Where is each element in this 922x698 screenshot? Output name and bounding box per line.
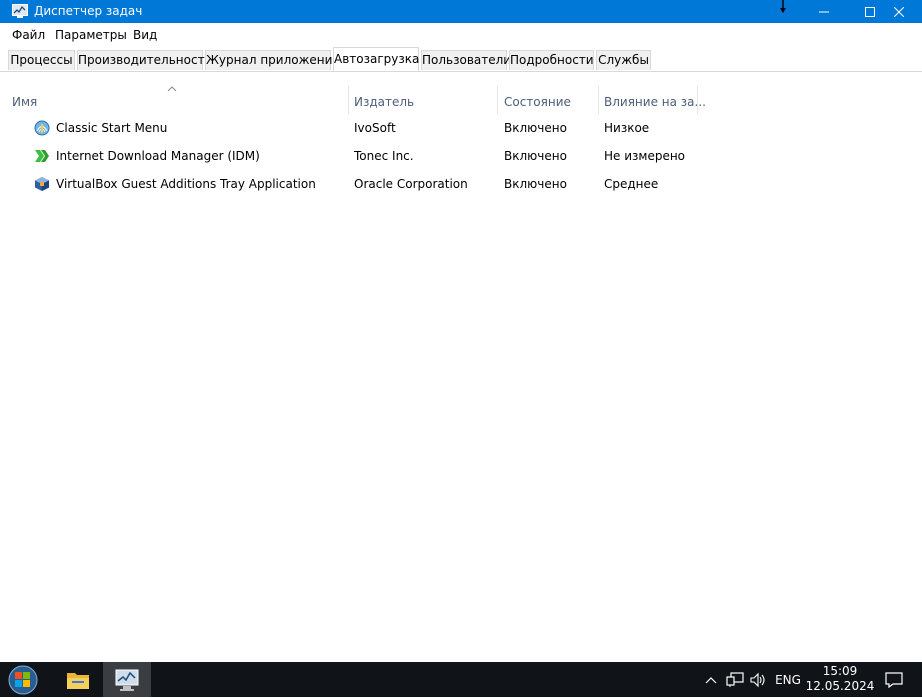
clock-time: 15:09 (822, 664, 858, 678)
chevron-up-icon (705, 676, 717, 683)
taskbar-task-manager[interactable] (103, 662, 151, 697)
minimize-icon (819, 11, 829, 12)
table-row[interactable]: VirtualBox Guest Additions Tray Applicat… (0, 170, 922, 198)
tab-details[interactable]: Подробности (509, 50, 594, 70)
window-title: Диспетчер задач (34, 4, 143, 18)
show-hidden-icons-button[interactable] (702, 662, 720, 697)
tab-users[interactable]: Пользователи (421, 50, 511, 70)
row-publisher: IvoSoft (354, 121, 396, 135)
column-header-publisher[interactable]: Издатель (348, 86, 497, 114)
classic-start-menu-icon (34, 120, 50, 136)
menu-options[interactable]: Параметры (55, 28, 127, 42)
tab-services[interactable]: Службы (596, 50, 651, 70)
column-header-impact-label: Влияние на за... (604, 95, 706, 109)
row-name: Classic Start Menu (56, 121, 168, 135)
clock-date: 12.05.2024 (805, 679, 875, 693)
title-bar: Диспетчер задач (0, 0, 922, 23)
tab-strip: Процессы Производительность Журнал прило… (0, 46, 922, 72)
row-status: Включено (504, 149, 567, 163)
volume-button[interactable] (748, 662, 770, 697)
row-name: Internet Download Manager (IDM) (56, 149, 260, 163)
column-divider[interactable] (697, 86, 698, 114)
column-header-name[interactable]: Имя (6, 86, 348, 114)
tab-performance[interactable]: Производительность (77, 50, 212, 70)
row-impact: Низкое (604, 121, 650, 135)
close-icon (894, 6, 904, 17)
task-manager-icon (115, 669, 139, 691)
file-explorer-icon (67, 672, 89, 689)
tab-processes[interactable]: Процессы (8, 50, 75, 70)
input-language-button[interactable]: ENG (772, 662, 804, 697)
idm-icon (35, 150, 49, 162)
minimize-button[interactable] (801, 0, 847, 23)
column-header-name-label: Имя (12, 95, 38, 109)
table-row[interactable]: Classic Start Menu IvoSoft Включено Низк… (0, 114, 922, 142)
menu-bar: Файл Параметры Вид (0, 25, 922, 45)
clock[interactable]: 15:09 12.05.2024 (805, 664, 875, 694)
table-header: Имя Издатель Состояние Влияние на за... (0, 86, 922, 114)
row-impact: Не измерено (604, 149, 686, 163)
table-row[interactable]: Internet Download Manager (IDM) Tonec In… (0, 142, 922, 170)
action-center-button[interactable] (880, 662, 908, 697)
close-button[interactable] (876, 0, 922, 23)
row-impact: Среднее (604, 177, 659, 191)
column-header-impact[interactable]: Влияние на за... (598, 86, 706, 114)
row-publisher: Oracle Corporation (354, 177, 468, 191)
taskbar: ENG 15:09 12.05.2024 (0, 662, 922, 697)
task-manager-app-icon (12, 4, 28, 18)
taskbar-file-explorer[interactable] (54, 662, 102, 697)
network-button[interactable] (724, 662, 746, 697)
row-name: VirtualBox Guest Additions Tray Applicat… (56, 177, 316, 191)
column-header-status-label: Состояние (504, 95, 571, 109)
column-header-publisher-label: Издатель (354, 95, 415, 109)
row-publisher: Tonec Inc. (354, 149, 414, 163)
start-button[interactable] (4, 664, 42, 695)
row-status: Включено (504, 177, 567, 191)
menu-file[interactable]: Файл (12, 28, 45, 42)
start-orb-icon (8, 665, 38, 695)
action-center-icon (885, 671, 903, 688)
column-header-status[interactable]: Состояние (497, 86, 598, 114)
virtualbox-icon (35, 177, 49, 191)
row-status: Включено (504, 121, 567, 135)
volume-icon (750, 672, 765, 687)
maximize-icon (865, 6, 875, 17)
menu-view[interactable]: Вид (133, 28, 157, 42)
tab-startup[interactable]: Автозагрузка (333, 47, 419, 71)
mouse-cursor-icon (780, 0, 786, 13)
tab-app-history[interactable]: Журнал приложений (205, 50, 340, 70)
network-icon (726, 671, 744, 687)
